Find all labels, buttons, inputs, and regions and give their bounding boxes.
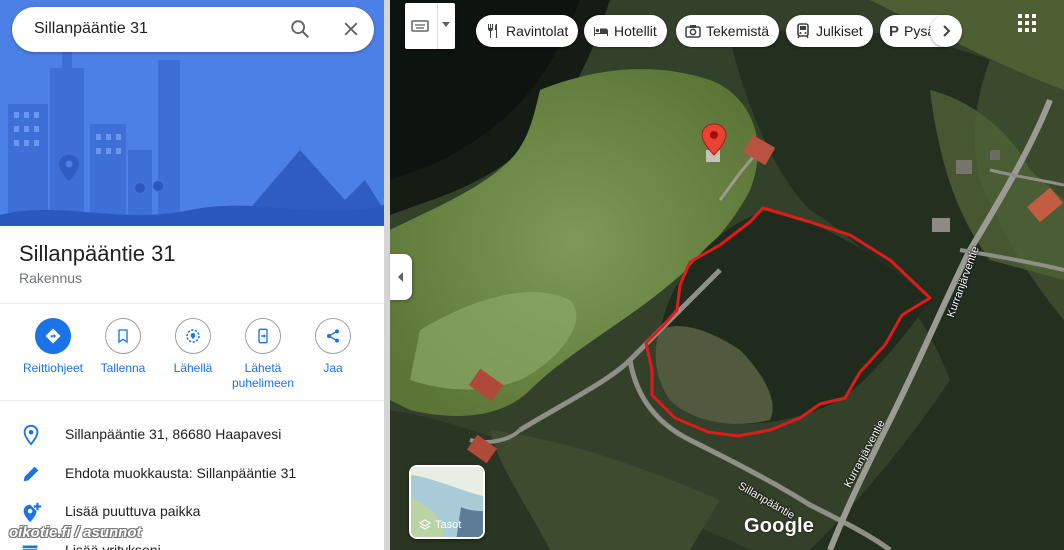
address-text: Sillanpääntie 31, 86680 Haapavesi — [65, 426, 282, 442]
search-query[interactable]: Sillanpääntie 31 — [34, 20, 148, 38]
add-place-icon — [23, 502, 42, 523]
add-business-text: Lisää yritykseni — [65, 542, 161, 550]
restaurant-icon — [488, 24, 497, 38]
search-box[interactable]: Sillanpääntie 31 — [12, 7, 374, 52]
send-to-phone-button[interactable]: Lähetä puhelimeen — [228, 318, 298, 391]
chip-transit[interactable]: Julkiset — [786, 15, 873, 47]
chevron-left-icon — [398, 272, 403, 282]
divider — [437, 3, 438, 49]
collapse-panel-button[interactable] — [390, 254, 412, 300]
bookmark-icon — [118, 329, 128, 344]
chip-things-to-do[interactable]: Tekemistä — [676, 15, 780, 47]
maps-window: Sillanpääntie 31 Sillanpääntie 31 Rakenn… — [0, 0, 1064, 550]
hotel-icon — [594, 27, 608, 36]
add-business-icon — [22, 545, 38, 550]
share-button[interactable]: Jaa — [298, 318, 368, 376]
chip-restaurants-label: Ravintolat — [506, 23, 569, 39]
save-button[interactable]: Tallenna — [88, 318, 158, 376]
save-label: Tallenna — [100, 361, 146, 375]
divider — [0, 303, 384, 304]
address-row[interactable]: Sillanpääntie 31, 86680 Haapavesi — [0, 416, 384, 454]
nearby-label: Lähellä — [173, 361, 213, 375]
directions-button[interactable]: Reittiohjeet — [18, 318, 88, 376]
chip-restaurants[interactable]: Ravintolat — [476, 15, 579, 47]
keyboard-icon — [411, 20, 429, 32]
suggest-edit-text: Ehdota muokkausta: Sillanpääntie 31 — [65, 465, 297, 481]
place-panel: Sillanpääntie 31 Sillanpääntie 31 Rakenn… — [0, 0, 384, 550]
layers-label: Tasot — [435, 519, 462, 531]
suggest-edit-row[interactable]: Ehdota muokkausta: Sillanpääntie 31 — [0, 455, 384, 493]
chip-transit-label: Julkiset — [816, 23, 863, 39]
chip-hotels[interactable]: Hotellit — [584, 15, 667, 47]
chevron-right-icon — [943, 25, 951, 37]
location-pin-icon — [23, 424, 39, 446]
camera-icon — [685, 25, 701, 38]
chip-hotels-label: Hotellit — [614, 23, 657, 39]
place-title: Sillanpääntie 31 — [19, 241, 176, 266]
send-to-phone-label: Lähetä puhelimeen — [231, 361, 295, 390]
directions-label: Reittiohjeet — [22, 361, 84, 375]
chip-things-to-do-label: Tekemistä — [706, 23, 770, 39]
share-label: Jaa — [323, 361, 343, 375]
parking-icon: P — [889, 22, 900, 40]
divider — [0, 400, 384, 401]
add-place-text: Lisää puuttuva paikka — [65, 503, 201, 519]
input-tools-button[interactable] — [405, 3, 455, 49]
watermark: oikotie.fi / asunnot — [9, 524, 142, 541]
layers-icon — [419, 519, 431, 530]
close-icon[interactable] — [341, 19, 361, 39]
apps-grid-icon[interactable] — [1018, 14, 1036, 32]
satellite-map[interactable]: Kurranjärventie Kurranjärventie Sillanpä… — [390, 0, 1064, 550]
nearby-icon — [186, 329, 200, 343]
google-logo: Google — [744, 515, 815, 537]
transit-icon — [797, 23, 809, 39]
directions-icon — [45, 328, 61, 344]
layers-button[interactable]: Tasot — [409, 465, 485, 539]
share-icon — [327, 329, 339, 343]
nearby-button[interactable]: Lähellä — [158, 318, 228, 376]
chips-scroll-right-button[interactable] — [930, 15, 962, 47]
dropdown-arrow-icon[interactable] — [442, 22, 450, 28]
place-category[interactable]: Rakennus — [19, 270, 82, 286]
search-icon[interactable] — [289, 18, 311, 40]
pencil-icon — [23, 466, 39, 482]
send-to-phone-icon — [258, 328, 268, 344]
